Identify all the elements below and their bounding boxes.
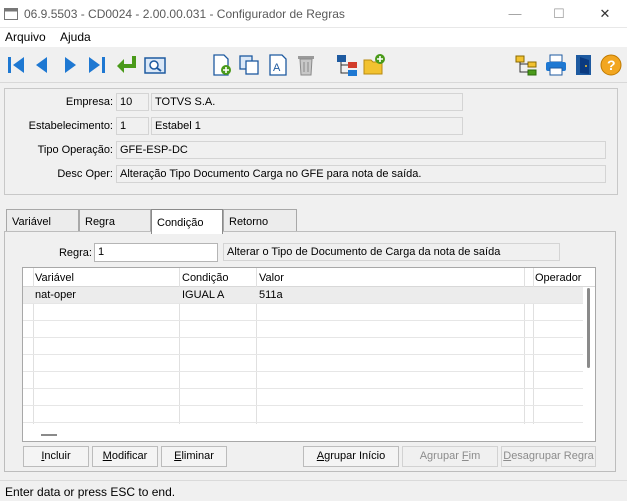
delete-icon[interactable]	[294, 53, 318, 77]
agrupar-inicio-button-accesskey: A	[316, 450, 325, 462]
grid-header: Variável Condição Valor Operador	[23, 268, 595, 287]
column-header-variavel[interactable]: Variável	[35, 272, 74, 284]
tree-icon[interactable]	[335, 53, 359, 77]
cell-condicao: IGUAL A	[182, 289, 225, 301]
desagrupar-regra-button[interactable]: Desagrupar Regra	[501, 446, 596, 467]
svg-text:A: A	[273, 62, 281, 74]
next-icon[interactable]	[58, 53, 82, 77]
vertical-scrollbar[interactable]	[585, 288, 595, 418]
regra-description-field: Alterar o Tipo de Documento de Carga da …	[223, 243, 560, 261]
agrupar-inicio-button-label: grupar Início	[324, 450, 386, 462]
estabelecimento-code-field: 1	[116, 117, 149, 135]
tab-regra[interactable]: Regra	[79, 209, 151, 231]
desc-oper-field: Alteração Tipo Documento Carga no GFE pa…	[116, 165, 606, 183]
desagrupar-regra-button-label: esagrupar Regra	[511, 450, 594, 462]
modificar-button-accesskey: M	[102, 450, 112, 462]
empty-row	[23, 338, 583, 355]
estabelecimento-name-field: Estabel 1	[151, 117, 463, 135]
toolbar: A ?	[0, 47, 627, 83]
window-title: 06.9.5503 - CD0024 - 2.00.00.031 - Confi…	[24, 7, 345, 21]
empresa-name-field: TOTVS S.A.	[151, 93, 463, 111]
title-bar: 06.9.5503 - CD0024 - 2.00.00.031 - Confi…	[0, 0, 627, 28]
incluir-button-label: ncluir	[44, 450, 71, 462]
help-icon[interactable]: ?	[599, 53, 623, 77]
svg-text:?: ?	[607, 57, 616, 73]
menu-bar: Arquivo Ajuda	[0, 28, 627, 47]
cell-variavel: nat-oper	[35, 289, 76, 301]
empty-row	[23, 355, 583, 372]
table-row[interactable]: nat-oper IGUAL A 511a	[23, 287, 583, 304]
hierarchy-icon[interactable]	[514, 53, 538, 77]
tab-retorno[interactable]: Retorno	[223, 209, 297, 231]
empty-row	[23, 406, 583, 423]
column-header-condicao[interactable]: Condição	[182, 272, 228, 284]
new-icon[interactable]	[209, 53, 233, 77]
close-button[interactable]: ✕	[583, 0, 627, 28]
copy-icon[interactable]	[237, 53, 261, 77]
regra-field[interactable]: 1	[94, 243, 218, 262]
column-header-valor[interactable]: Valor	[259, 272, 284, 284]
agrupar-fim-button[interactable]: Agrupar Fim	[402, 446, 498, 467]
empty-row	[23, 321, 583, 338]
tipo-operacao-label: Tipo Operação:	[37, 144, 113, 156]
last-icon[interactable]	[85, 53, 109, 77]
horizontal-scroll-thumb[interactable]	[41, 434, 57, 436]
agrupar-fim-button-prefix: Agrupar	[419, 450, 462, 462]
empty-row	[23, 389, 583, 406]
empresa-code-field: 10	[116, 93, 149, 111]
condition-grid: Variável Condição Valor Operador nat-ope…	[22, 267, 596, 442]
estabelecimento-label: Estabelecimento:	[28, 120, 113, 132]
desc-oper-label: Desc Oper:	[57, 168, 113, 180]
tipo-operacao-field: GFE-ESP-DC	[116, 141, 606, 159]
empty-row	[23, 372, 583, 389]
search-icon[interactable]	[143, 53, 167, 77]
cell-valor: 511a	[259, 289, 283, 301]
modificar-button[interactable]: Modificar	[92, 446, 158, 467]
edit-icon[interactable]: A	[266, 53, 290, 77]
folder-new-icon[interactable]	[362, 53, 386, 77]
eliminar-button-label: liminar	[181, 450, 214, 462]
incluir-button[interactable]: Incluir	[23, 446, 89, 467]
app-icon	[4, 8, 18, 20]
agrupar-fim-button-label: im	[468, 450, 481, 462]
tab-condicao[interactable]: Condição	[151, 209, 223, 234]
column-header-operador[interactable]: Operador	[535, 272, 581, 284]
agrupar-inicio-button[interactable]: Agrupar Início	[303, 446, 399, 467]
agrupar-fim-button-accesskey: F	[461, 450, 469, 462]
minimize-button[interactable]: —	[493, 0, 537, 28]
modificar-button-label: odificar	[111, 450, 148, 462]
vertical-scroll-thumb[interactable]	[587, 288, 590, 368]
regra-label: Regra:	[58, 247, 92, 259]
empresa-label: Empresa:	[65, 96, 113, 108]
desagrupar-regra-button-accesskey: D	[503, 450, 512, 462]
menu-ajuda[interactable]: Ajuda	[60, 30, 91, 44]
empty-row	[23, 304, 583, 321]
menu-arquivo[interactable]: Arquivo	[5, 30, 46, 44]
status-bar: Enter data or press ESC to end.	[0, 480, 627, 501]
goto-icon[interactable]	[114, 53, 138, 77]
first-icon[interactable]	[4, 53, 28, 77]
eliminar-button[interactable]: Eliminar	[161, 446, 227, 467]
maximize-button[interactable]: ☐	[537, 0, 581, 28]
status-text: Enter data or press ESC to end.	[5, 485, 176, 499]
tab-variavel[interactable]: Variável	[6, 209, 79, 231]
exit-icon[interactable]	[572, 53, 596, 77]
print-icon[interactable]	[544, 53, 568, 77]
previous-icon[interactable]	[30, 53, 54, 77]
